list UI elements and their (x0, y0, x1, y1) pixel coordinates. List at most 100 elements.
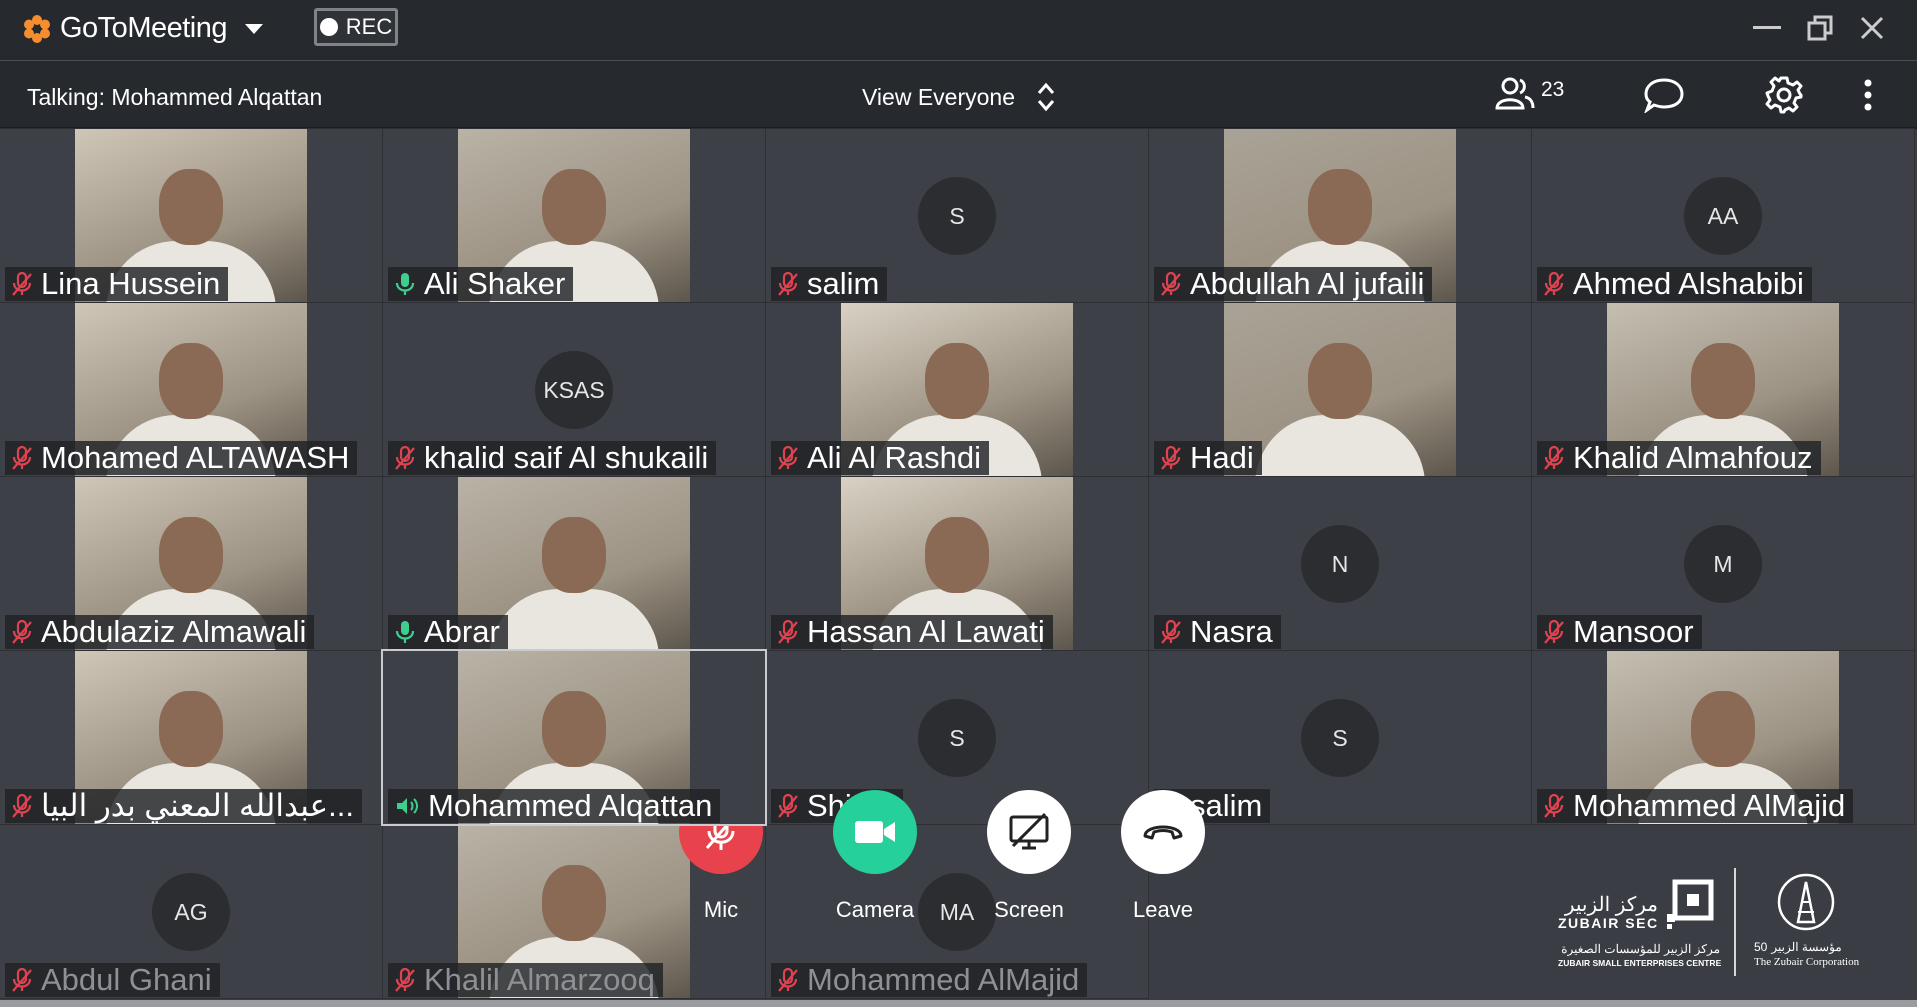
participant-name-label: Ahmed Alshabibi (1537, 266, 1812, 301)
zubair-sec-english: ZUBAIR SEC (1558, 915, 1659, 931)
restore-button[interactable] (1800, 10, 1840, 46)
participant-face (925, 343, 989, 419)
participant-name: Ali Al Rashdi (807, 440, 982, 475)
participant-name: عبدالله المعني بدر البيا... (41, 788, 354, 823)
participant-tile[interactable]: Ssalim (765, 128, 1149, 303)
camera-button[interactable] (833, 790, 917, 874)
mic-muted-icon (1543, 271, 1565, 297)
zubair-corporation-logo: 50 مؤسسة الزبير The Zubair Corporation (1748, 870, 1868, 980)
app-brand-menu[interactable]: GoToMeeting (22, 12, 263, 45)
participant-tile[interactable]: Khalid Almahfouz (1531, 302, 1915, 477)
participant-tile[interactable]: Abdulaziz Almawali (0, 476, 383, 651)
participant-name-label: Mohammed AlMajid (771, 962, 1088, 997)
chat-button[interactable] (1642, 75, 1686, 115)
mic-muted-icon (11, 445, 33, 471)
chevron-down-icon (245, 23, 263, 34)
participant-tile[interactable]: Abrar (382, 476, 766, 651)
participant-tile[interactable]: AG Abdul Ghani (0, 824, 383, 999)
participant-name: Mohammed AlMajid (1573, 788, 1846, 823)
logo-divider (1734, 868, 1736, 976)
settings-button[interactable] (1762, 75, 1806, 115)
screen-label: Screen (994, 897, 1064, 922)
participant-name: Ali Shaker (424, 266, 566, 301)
participant-name: Hassan Al Lawati (807, 614, 1045, 649)
participant-tile[interactable]: Ssalim (1148, 650, 1532, 825)
participant-name-label: عبدالله المعني بدر البيا... (5, 788, 362, 823)
speaker-talking-icon (394, 795, 420, 817)
mic-muted-icon (777, 271, 799, 297)
participant-face (542, 169, 606, 245)
participant-face (1691, 691, 1755, 767)
participant-name: Hadi (1190, 440, 1254, 475)
attendees-button[interactable]: 23 (1495, 76, 1564, 110)
screen-share-button[interactable] (987, 790, 1071, 874)
mic-muted-icon (1160, 445, 1182, 471)
leave-button[interactable] (1121, 790, 1205, 874)
record-button[interactable]: REC (314, 8, 398, 46)
zubair-corp-english: The Zubair Corporation (1754, 956, 1860, 968)
participant-name-label: Ali Shaker (388, 266, 574, 301)
participant-tile[interactable]: Hadi (1148, 302, 1532, 477)
participant-tile[interactable]: Ali Al Rashdi (765, 302, 1149, 477)
more-options-button[interactable] (1846, 75, 1890, 115)
mic-muted-icon (394, 967, 416, 993)
participant-name-label: Mohammed AlMajid (1537, 788, 1854, 823)
participant-tile[interactable]: M Mansoor (1531, 476, 1915, 651)
participant-avatar: AG (152, 873, 230, 951)
participant-face (159, 343, 223, 419)
meeting-toolbar: Talking: Mohammed Alqattan View Everyone… (0, 61, 1917, 129)
view-mode-selector[interactable]: View Everyone (862, 82, 1055, 112)
participant-name: Mohamed ALTAWASH (41, 440, 350, 475)
participant-tile[interactable]: SShima (765, 650, 1149, 825)
participant-tile[interactable]: Mohamed ALTAWASH (0, 302, 383, 477)
minimize-icon (1753, 26, 1781, 29)
minimize-button[interactable] (1747, 10, 1787, 46)
mic-muted-icon (11, 793, 33, 819)
participant-tile[interactable]: Mohammed AlMajid (1531, 650, 1915, 825)
participant-face (1691, 343, 1755, 419)
participant-face (925, 517, 989, 593)
participant-tile[interactable]: Abdullah Al jufaili (1148, 128, 1532, 303)
mic-muted-icon (1543, 619, 1565, 645)
participant-tile[interactable]: Hassan Al Lawati (765, 476, 1149, 651)
participant-name-label: salim (771, 266, 888, 301)
participant-name-label: Khalid Almahfouz (1537, 440, 1821, 475)
close-button[interactable] (1852, 10, 1892, 46)
participant-name: Mansoor (1573, 614, 1694, 649)
participant-figure (1255, 415, 1425, 476)
participant-name: Mohammed AlMajid (807, 962, 1080, 997)
participant-tile[interactable]: Lina Hussein (0, 128, 383, 303)
chat-bubble-icon (1644, 78, 1684, 113)
participant-name: Khalil Almarzooq (424, 962, 655, 997)
participant-name: khalid saif Al shukaili (424, 440, 709, 475)
close-icon (1860, 16, 1884, 40)
participant-avatar: AA (1684, 177, 1762, 255)
participant-tile[interactable]: AA Ahmed Alshabibi (1531, 128, 1915, 303)
participant-name: Nasra (1190, 614, 1273, 649)
participant-tile[interactable]: N Nasra (1148, 476, 1532, 651)
participant-tile[interactable]: KSAS khalid saif Al shukaili (382, 302, 766, 477)
participant-name-label: Ali Al Rashdi (771, 440, 990, 475)
leave-label: Leave (1133, 897, 1193, 922)
participant-name-label: Abdulaziz Almawali (5, 614, 315, 649)
zubair-corporation-emblem-icon (1777, 873, 1835, 931)
mic-muted-icon (11, 271, 33, 297)
title-bar: GoToMeeting REC (0, 0, 1917, 61)
hang-up-icon (1143, 825, 1183, 840)
participant-tile[interactable]: Ali Shaker (382, 128, 766, 303)
zubair-sec-sub-arabic: مركز الزبير للمؤسسات الصغيرة (1561, 942, 1720, 956)
zubair-corp-years: 50 (1754, 940, 1768, 954)
participant-tile[interactable]: Mohammed Alqattan (381, 649, 767, 826)
zubair-sec-sub-english: ZUBAIR SMALL ENTERPRISES CENTRE (1558, 958, 1722, 968)
participant-face (159, 691, 223, 767)
participant-tile[interactable]: عبدالله المعني بدر البيا... (0, 650, 383, 825)
screen-share-off-icon (1009, 812, 1049, 850)
participant-avatar: M (1684, 525, 1762, 603)
participant-figure (489, 589, 659, 650)
bottom-edge (0, 1000, 1917, 1007)
zubair-corp-arabic: مؤسسة الزبير (1771, 940, 1842, 954)
gear-icon (1765, 76, 1803, 114)
participant-name-label: Hadi (1154, 440, 1262, 475)
mic-on-icon (394, 271, 416, 297)
zubair-sec-mark-icon (1667, 879, 1714, 929)
